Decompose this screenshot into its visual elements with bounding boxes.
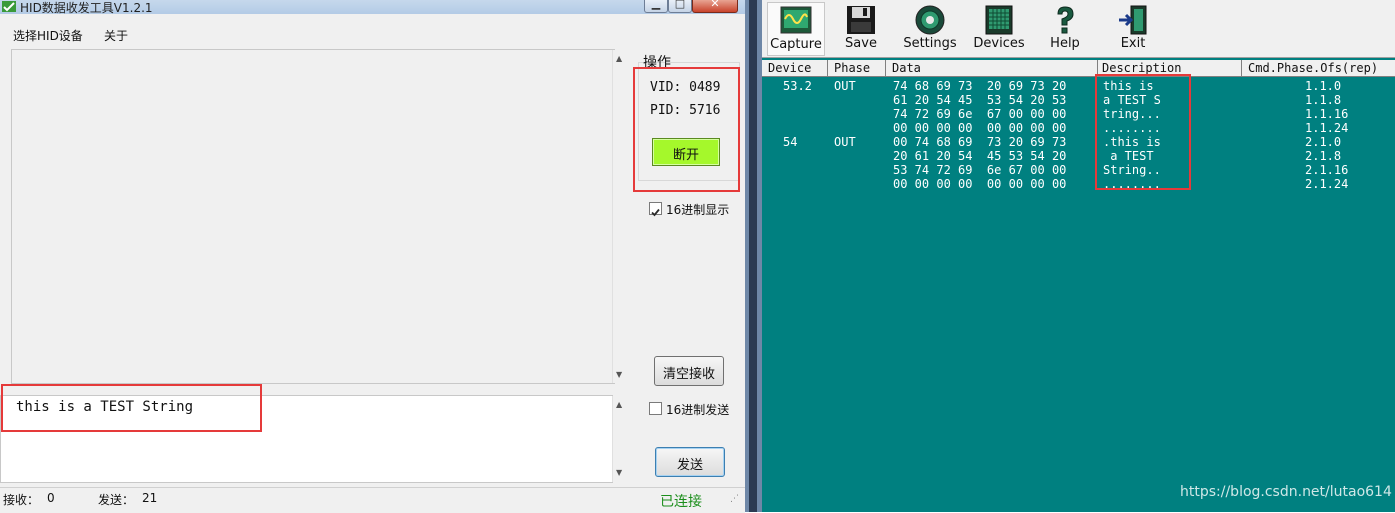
row-phase: OUT bbox=[834, 135, 856, 149]
table-row[interactable]: 20 61 20 54 45 53 54 20 a TEST 2.1.8 bbox=[762, 149, 1395, 163]
recv-count-value: 0 bbox=[47, 491, 55, 505]
capture-label: Capture bbox=[770, 37, 822, 52]
column-divider[interactable] bbox=[1241, 60, 1242, 76]
maximize-button[interactable]: □ bbox=[668, 0, 692, 13]
scroll-up-icon[interactable]: ▲ bbox=[616, 54, 622, 63]
check-icon bbox=[651, 208, 660, 217]
column-phase[interactable]: Phase bbox=[834, 61, 870, 75]
maximize-icon: □ bbox=[674, 0, 686, 10]
capture-icon bbox=[780, 6, 812, 34]
receive-scrollbar[interactable]: ▲ ▼ bbox=[612, 50, 627, 383]
settings-button[interactable]: Settings bbox=[900, 2, 960, 54]
column-device[interactable]: Device bbox=[768, 61, 811, 75]
row-data: 20 61 20 54 45 53 54 20 bbox=[893, 149, 1067, 163]
table-row[interactable]: 61 20 54 45 53 54 20 53 a TEST S 1.1.8 bbox=[762, 93, 1395, 107]
connection-status: 已连接 bbox=[660, 494, 702, 510]
close-icon: ✕ bbox=[710, 0, 720, 10]
save-icon bbox=[847, 6, 875, 34]
column-description[interactable]: Description bbox=[1102, 61, 1181, 75]
row-ofs: 2.1.8 bbox=[1305, 149, 1342, 163]
hex-display-checkbox[interactable] bbox=[649, 202, 662, 217]
column-divider[interactable] bbox=[827, 60, 828, 76]
column-divider[interactable] bbox=[885, 60, 886, 76]
row-ofs: 2.1.24 bbox=[1305, 177, 1349, 191]
recv-count-label: 接收： bbox=[3, 493, 40, 507]
table-row[interactable]: 53 74 72 69 6e 67 00 00 String.. 2.1.16 bbox=[762, 163, 1395, 177]
row-ofs: 1.1.24 bbox=[1305, 121, 1349, 135]
close-button[interactable]: ✕ bbox=[692, 0, 738, 13]
row-data: 53 74 72 69 6e 67 00 00 bbox=[893, 163, 1067, 177]
scroll-down-icon[interactable]: ▼ bbox=[616, 468, 622, 477]
devices-button[interactable]: Devices bbox=[970, 2, 1028, 54]
highlight-box bbox=[1, 384, 262, 432]
table-row[interactable]: 54 OUT 00 74 68 69 73 20 69 73 .this is … bbox=[762, 135, 1395, 149]
row-ofs: 2.1.16 bbox=[1305, 163, 1349, 177]
settings-icon bbox=[915, 5, 945, 35]
column-cmd-phase-ofs[interactable]: Cmd.Phase.Ofs(rep) bbox=[1248, 61, 1378, 75]
row-data: 74 72 69 6e 67 00 00 00 bbox=[893, 107, 1067, 121]
hex-send-checkbox[interactable] bbox=[649, 402, 662, 415]
row-data: 00 74 68 69 73 20 69 73 bbox=[893, 135, 1067, 149]
row-ofs: 1.1.8 bbox=[1305, 93, 1342, 107]
receive-textarea[interactable] bbox=[11, 49, 615, 384]
send-label: 发送 bbox=[676, 458, 703, 473]
send-count-value: 21 bbox=[142, 491, 158, 505]
send-scrollbar[interactable]: ▲ ▼ bbox=[612, 396, 627, 482]
row-phase: OUT bbox=[834, 79, 856, 93]
minimize-icon: ▁ bbox=[651, 0, 661, 10]
watermark: https://blog.csdn.net/lutao614 bbox=[1180, 484, 1392, 500]
help-icon bbox=[1057, 6, 1074, 34]
row-ofs: 2.1.0 bbox=[1305, 135, 1342, 149]
exit-label: Exit bbox=[1120, 36, 1146, 51]
hex-send-label: 16进制发送 bbox=[666, 403, 730, 417]
row-ofs: 1.1.0 bbox=[1305, 79, 1342, 93]
menu-select-hid-device[interactable]: 选择HID设备 bbox=[13, 27, 83, 44]
row-data: 61 20 54 45 53 54 20 53 bbox=[893, 93, 1067, 107]
highlight-box bbox=[633, 67, 740, 192]
clear-receive-button[interactable]: 清空接收 bbox=[654, 356, 724, 386]
table-row[interactable]: 53.2 OUT 74 68 69 73 20 69 73 20 this is… bbox=[762, 79, 1395, 93]
minimize-button[interactable]: ▁ bbox=[644, 0, 668, 13]
table-row[interactable]: 00 00 00 00 00 00 00 00 ........ 2.1.24 bbox=[762, 177, 1395, 191]
row-ofs: 1.1.16 bbox=[1305, 107, 1349, 121]
help-button[interactable]: Help bbox=[1040, 2, 1090, 54]
scroll-up-icon[interactable]: ▲ bbox=[616, 400, 622, 409]
capture-button[interactable]: Capture bbox=[767, 2, 825, 56]
table-row[interactable]: 00 00 00 00 00 00 00 00 ........ 1.1.24 bbox=[762, 121, 1395, 135]
row-device: 53.2 bbox=[783, 79, 812, 93]
table-row[interactable]: 74 72 69 6e 67 00 00 00 tring... 1.1.16 bbox=[762, 107, 1395, 121]
row-data: 74 68 69 73 20 69 73 20 bbox=[893, 79, 1067, 93]
settings-label: Settings bbox=[903, 36, 957, 51]
send-button[interactable]: 发送 bbox=[655, 447, 725, 477]
capture-table: 53.2 OUT 74 68 69 73 20 69 73 20 this is… bbox=[762, 79, 1395, 192]
save-label: Save bbox=[845, 36, 877, 51]
clear-receive-label: 清空接收 bbox=[662, 367, 715, 382]
app-icon bbox=[2, 1, 16, 12]
window-title: HID数据收发工具V1.2.1 bbox=[20, 1, 153, 15]
row-data: 00 00 00 00 00 00 00 00 bbox=[893, 177, 1067, 191]
exit-icon bbox=[1119, 5, 1147, 35]
scroll-down-icon[interactable]: ▼ bbox=[616, 370, 622, 379]
menu-about[interactable]: 关于 bbox=[104, 27, 128, 44]
column-data[interactable]: Data bbox=[892, 61, 921, 75]
window-divider-inner bbox=[749, 0, 757, 512]
resize-grip-icon[interactable]: ⋰ bbox=[730, 494, 739, 504]
exit-button[interactable]: Exit bbox=[1108, 2, 1158, 54]
send-count-label: 发送： bbox=[98, 493, 135, 507]
row-device: 54 bbox=[783, 135, 798, 149]
devices-label: Devices bbox=[973, 36, 1025, 51]
save-button[interactable]: Save bbox=[834, 2, 888, 54]
row-data: 00 00 00 00 00 00 00 00 bbox=[893, 121, 1067, 135]
hex-display-label: 16进制显示 bbox=[666, 203, 730, 217]
highlight-box bbox=[1095, 74, 1191, 190]
devices-icon bbox=[985, 5, 1013, 35]
help-label: Help bbox=[1050, 36, 1080, 51]
